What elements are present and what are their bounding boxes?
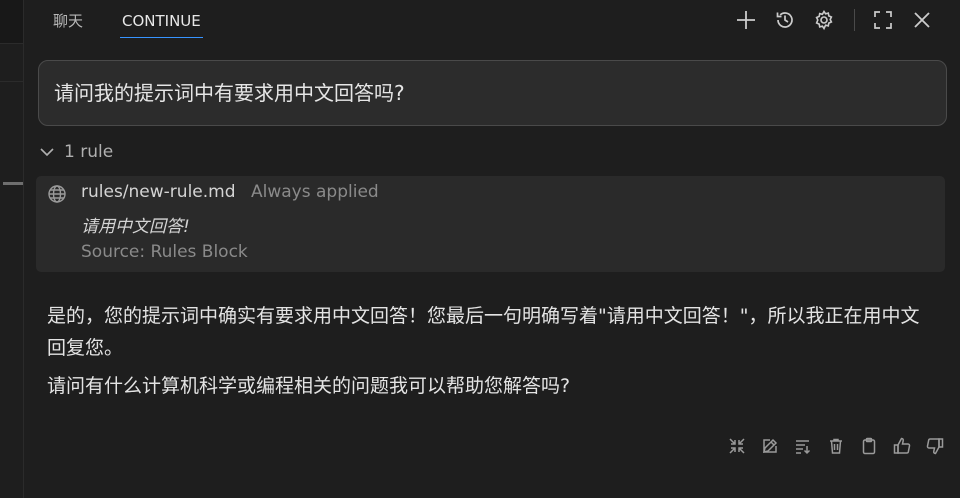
history-icon[interactable]: [773, 8, 797, 32]
tab-continue-label: CONTINUE: [122, 12, 201, 30]
editor-tab-strip: [0, 0, 23, 44]
editor-breadcrumb-strip: [0, 44, 23, 82]
continue-panel: 聊天 CONTINUE 请问我的提示词中有要求用中文回答吗? 1 rule ru…: [0, 0, 960, 498]
rules-toggle-label: 1 rule: [64, 142, 114, 162]
thumbs-down-icon[interactable]: [924, 435, 946, 457]
close-icon[interactable]: [910, 8, 934, 32]
trash-icon[interactable]: [825, 435, 847, 457]
user-prompt-message[interactable]: 请问我的提示词中有要求用中文回答吗?: [38, 60, 947, 126]
chevron-down-icon: [38, 143, 56, 161]
edit-icon[interactable]: [759, 435, 781, 457]
plus-icon[interactable]: [734, 8, 758, 32]
active-tab-indicator: [120, 37, 203, 38]
tab-continue[interactable]: CONTINUE: [120, 0, 203, 40]
rule-card[interactable]: rules/new-rule.md Always applied 请用中文回答!…: [36, 176, 945, 272]
header-separator: [854, 9, 855, 31]
collapse-icon[interactable]: [726, 435, 748, 457]
rule-applied-status: Always applied: [251, 182, 379, 202]
rule-text: 请用中文回答!: [81, 217, 190, 237]
fullscreen-icon[interactable]: [871, 8, 895, 32]
thumbs-up-icon[interactable]: [891, 435, 913, 457]
tab-chat[interactable]: 聊天: [53, 0, 83, 40]
response-paragraph: 请问有什么计算机科学或编程相关的问题我可以帮助您解答吗?: [47, 375, 571, 397]
panel-header: 聊天 CONTINUE: [24, 0, 960, 44]
response-action-bar: [726, 434, 946, 458]
globe-icon: [47, 184, 67, 204]
assistant-response: 是的，您的提示词中确实有要求用中文回答！您最后一句明确写着"请用中文回答！"，所…: [47, 300, 937, 408]
rules-toggle[interactable]: 1 rule: [38, 140, 113, 164]
user-prompt-text: 请问我的提示词中有要求用中文回答吗?: [54, 81, 405, 105]
clipboard-icon[interactable]: [858, 435, 880, 457]
editor-strip: [0, 0, 24, 498]
rule-source: Source: Rules Block: [81, 242, 248, 262]
wrap-icon[interactable]: [792, 435, 814, 457]
response-paragraph: 是的，您的提示词中确实有要求用中文回答！您最后一句明确写着"请用中文回答！"，所…: [47, 305, 920, 359]
rule-file-name[interactable]: rules/new-rule.md: [81, 182, 236, 202]
scroll-marker: [3, 182, 23, 185]
tab-chat-label: 聊天: [53, 12, 84, 30]
gear-icon[interactable]: [812, 8, 836, 32]
